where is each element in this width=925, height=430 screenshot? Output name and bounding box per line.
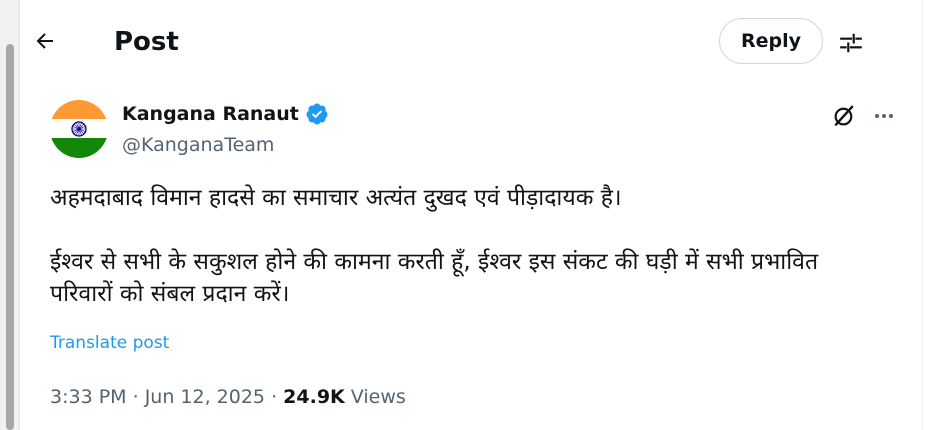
meta-separator: · [126,386,145,408]
reply-button[interactable]: Reply [719,18,823,64]
translate-post-link[interactable]: Translate post [50,331,169,355]
grok-button[interactable] [828,100,860,132]
post-date[interactable]: Jun 12, 2025 [145,386,265,408]
post-time[interactable]: 3:33 PM [50,386,127,408]
verified-badge-icon [306,103,328,125]
column-divider [922,0,923,430]
page-title: Post [114,27,179,57]
post-text-line: ईश्वर से सभी के सकुशल होने की कामना करती… [50,249,819,307]
indian-flag-avatar [50,100,108,158]
arrow-left-icon [36,33,53,49]
back-button[interactable] [28,24,62,58]
avatar[interactable] [50,100,108,158]
author-name-text: Kangana Ranaut [122,103,299,125]
grok-icon [834,105,854,126]
meta-separator: · [265,386,284,408]
scrollbar-thumb[interactable] [6,44,14,430]
post-text-line: अहमदाबाद विमान हादसे का समाचार अत्यंत दु… [50,185,622,211]
author-handle[interactable]: @KanganaTeam [122,131,274,159]
more-options-button[interactable] [868,100,900,132]
scrollbar-track[interactable] [0,0,20,430]
views-label: Views [344,386,406,408]
post-page: Post Reply Kangana Ranaut @KanganaTeam अ… [0,0,925,430]
views-count: 24.9K [283,386,345,408]
post-text: अहमदाबाद विमान हादसे का समाचार अत्यंत दु… [50,182,880,310]
author-name[interactable]: Kangana Ranaut [122,100,329,128]
sliders-icon [840,33,862,53]
post-metadata: 3:33 PM · Jun 12, 2025 · 24.9K Views [50,383,406,411]
more-horizontal-icon [875,114,893,118]
settings-button[interactable] [834,26,868,60]
